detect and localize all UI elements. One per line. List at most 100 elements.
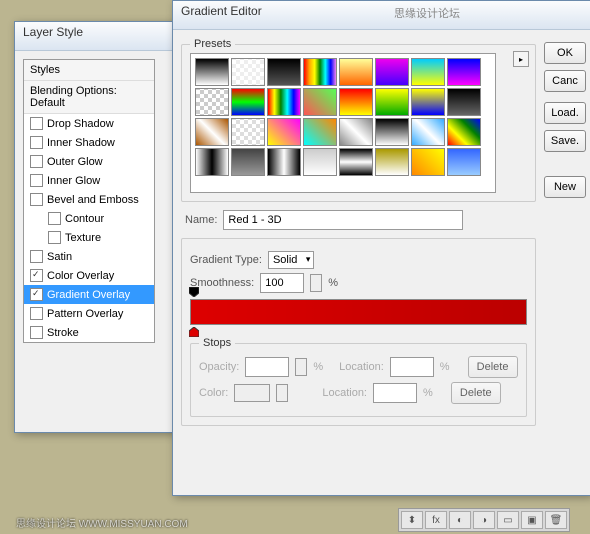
- fx-icon[interactable]: fx: [425, 511, 447, 529]
- style-label: Contour: [65, 213, 104, 225]
- checkbox[interactable]: [30, 307, 43, 320]
- layer-style-window: Layer Style Styles Blending Options: Def…: [14, 21, 176, 433]
- preset-swatch[interactable]: [231, 88, 265, 116]
- styles-list: Styles Blending Options: Default Drop Sh…: [23, 59, 155, 343]
- preset-swatch[interactable]: [339, 88, 373, 116]
- cancel-button[interactable]: Canc: [544, 70, 586, 92]
- new-button[interactable]: New: [544, 176, 586, 198]
- preset-swatch[interactable]: [267, 88, 301, 116]
- gradient-bar[interactable]: [190, 299, 527, 325]
- preset-swatch[interactable]: [303, 118, 337, 146]
- preset-swatch[interactable]: [375, 118, 409, 146]
- style-label: Satin: [47, 251, 72, 263]
- preset-swatch[interactable]: [411, 88, 445, 116]
- checkbox[interactable]: [30, 250, 43, 263]
- preset-swatch[interactable]: [231, 148, 265, 176]
- preset-swatch[interactable]: [303, 88, 337, 116]
- style-label: Outer Glow: [47, 156, 103, 168]
- style-item-color-overlay[interactable]: Color Overlay: [24, 266, 154, 285]
- layer-style-titlebar[interactable]: Layer Style: [15, 22, 175, 51]
- preset-swatch[interactable]: [375, 148, 409, 176]
- layers-toolbar: ⬍ fx ◐ ◑ ▭ ▣ 🗑: [398, 508, 570, 532]
- checkbox[interactable]: [30, 117, 43, 130]
- preset-swatch[interactable]: [339, 148, 373, 176]
- preset-swatch[interactable]: [375, 88, 409, 116]
- style-item-outer-glow[interactable]: Outer Glow: [24, 152, 154, 171]
- presets-menu-icon[interactable]: ▸: [513, 51, 529, 67]
- checkbox[interactable]: [30, 288, 43, 301]
- preset-swatch[interactable]: [411, 58, 445, 86]
- preset-swatch[interactable]: [267, 148, 301, 176]
- style-item-texture[interactable]: Texture: [24, 228, 154, 247]
- preset-swatch[interactable]: [447, 118, 481, 146]
- smoothness-spinner[interactable]: [310, 274, 322, 292]
- styles-header[interactable]: Styles: [24, 60, 154, 81]
- preset-swatch[interactable]: [267, 58, 301, 86]
- delete-opacity-stop-button: Delete: [468, 356, 518, 378]
- opacity-stop-icon[interactable]: [189, 287, 199, 297]
- presets-label: Presets: [190, 38, 235, 50]
- new-layer-icon[interactable]: ▣: [521, 511, 543, 529]
- location-label-2: Location:: [322, 387, 367, 399]
- checkbox[interactable]: [48, 231, 61, 244]
- checkbox[interactable]: [30, 326, 43, 339]
- checkbox[interactable]: [48, 212, 61, 225]
- trash-icon[interactable]: 🗑: [545, 511, 567, 529]
- preset-swatch[interactable]: [231, 58, 265, 86]
- preset-swatch[interactable]: [195, 148, 229, 176]
- style-label: Inner Glow: [47, 175, 100, 187]
- checkbox[interactable]: [30, 174, 43, 187]
- preset-swatch[interactable]: [411, 118, 445, 146]
- checkbox[interactable]: [30, 193, 43, 206]
- save-button[interactable]: Save.: [544, 130, 586, 152]
- smoothness-input[interactable]: [260, 273, 304, 293]
- style-item-contour[interactable]: Contour: [24, 209, 154, 228]
- style-item-satin[interactable]: Satin: [24, 247, 154, 266]
- gradient-type-select[interactable]: Solid: [268, 251, 314, 269]
- preset-swatch[interactable]: [303, 58, 337, 86]
- preset-swatch[interactable]: [339, 118, 373, 146]
- mask-icon[interactable]: ◐: [449, 511, 471, 529]
- style-item-bevel-and-emboss[interactable]: Bevel and Emboss: [24, 190, 154, 209]
- link-icon[interactable]: ⬍: [401, 511, 423, 529]
- gradient-name-input[interactable]: [223, 210, 463, 230]
- style-item-drop-shadow[interactable]: Drop Shadow: [24, 114, 154, 133]
- preset-swatch[interactable]: [267, 118, 301, 146]
- color-stop-icon[interactable]: [189, 327, 199, 337]
- checkbox[interactable]: [30, 155, 43, 168]
- presets-panel: Presets ▸: [181, 44, 536, 202]
- preset-swatch[interactable]: [447, 88, 481, 116]
- style-label: Texture: [65, 232, 101, 244]
- gradient-editor-titlebar[interactable]: Gradient Editor: [173, 1, 590, 30]
- preset-swatch[interactable]: [195, 58, 229, 86]
- preset-swatch[interactable]: [447, 148, 481, 176]
- gradient-editor-window: Gradient Editor 思缘设计论坛 Presets ▸ Name: G…: [172, 0, 590, 496]
- style-item-pattern-overlay[interactable]: Pattern Overlay: [24, 304, 154, 323]
- style-item-inner-shadow[interactable]: Inner Shadow: [24, 133, 154, 152]
- preset-swatch[interactable]: [447, 58, 481, 86]
- blending-header[interactable]: Blending Options: Default: [24, 81, 154, 114]
- folder-icon[interactable]: ▭: [497, 511, 519, 529]
- style-item-stroke[interactable]: Stroke: [24, 323, 154, 342]
- preset-swatch[interactable]: [195, 118, 229, 146]
- style-item-inner-glow[interactable]: Inner Glow: [24, 171, 154, 190]
- preset-swatch[interactable]: [195, 88, 229, 116]
- checkbox[interactable]: [30, 136, 43, 149]
- preset-swatch[interactable]: [375, 58, 409, 86]
- preset-swatch[interactable]: [303, 148, 337, 176]
- preset-swatch[interactable]: [339, 58, 373, 86]
- opacity-label: Opacity:: [199, 361, 239, 373]
- checkbox[interactable]: [30, 269, 43, 282]
- percent-label: %: [328, 277, 338, 289]
- style-item-gradient-overlay[interactable]: Gradient Overlay: [24, 285, 154, 304]
- location-input-2: [373, 383, 417, 403]
- adjustment-icon[interactable]: ◑: [473, 511, 495, 529]
- ok-button[interactable]: OK: [544, 42, 586, 64]
- stops-panel: Stops Opacity: % Location: % Delete Colo…: [190, 343, 527, 417]
- color-swatch: [234, 384, 270, 402]
- preset-swatch[interactable]: [411, 148, 445, 176]
- gradient-type-label: Gradient Type:: [190, 254, 262, 266]
- preset-swatch[interactable]: [231, 118, 265, 146]
- style-label: Inner Shadow: [47, 137, 115, 149]
- load-button[interactable]: Load.: [544, 102, 586, 124]
